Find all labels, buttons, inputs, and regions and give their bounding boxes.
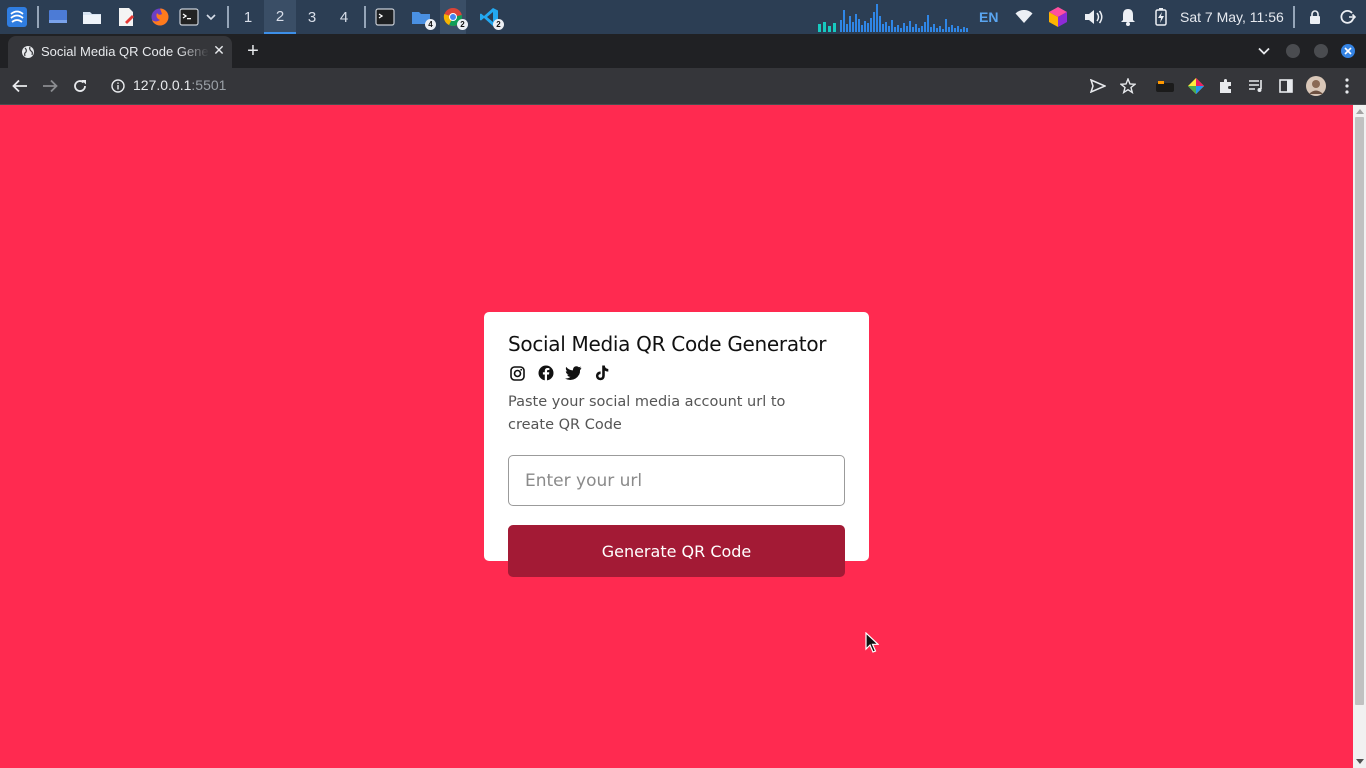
panel-separator — [227, 6, 229, 28]
system-panel: 1 2 3 4 4 2 2 EN Sat 7 May, 11:56 — [0, 0, 1366, 34]
scroll-down-arrow-icon[interactable] — [1356, 759, 1364, 764]
show-desktop-icon[interactable] — [46, 0, 70, 34]
chevron-down-icon[interactable] — [203, 0, 219, 34]
chrome-window-icon[interactable]: 2 — [440, 0, 468, 34]
volume-icon[interactable] — [1082, 0, 1106, 34]
new-tab-button[interactable]: + — [242, 38, 264, 64]
close-tab-icon[interactable]: ✕ — [210, 42, 228, 60]
mouse-cursor-icon — [865, 632, 879, 653]
file-manager-icon[interactable] — [80, 0, 104, 34]
window-count-badge: 2 — [493, 19, 504, 30]
logout-icon[interactable] — [1336, 0, 1360, 34]
tab-title: Social Media QR Code Generator — [41, 44, 209, 59]
browser-tab-strip: Social Media QR Code Generator ✕ + — [0, 34, 1366, 68]
generate-qr-button[interactable]: Generate QR Code — [508, 525, 845, 577]
workspace-4[interactable]: 4 — [328, 0, 360, 34]
back-arrow-icon[interactable] — [7, 73, 33, 99]
scroll-up-arrow-icon[interactable] — [1356, 109, 1364, 114]
url-port: :5501 — [191, 77, 227, 93]
clock[interactable]: Sat 7 May, 11:56 — [1180, 0, 1284, 34]
scrollbar-thumb[interactable] — [1355, 117, 1364, 705]
app-menu-icon[interactable] — [4, 0, 30, 34]
extension-dark-icon[interactable] — [1152, 73, 1178, 99]
keyboard-layout-indicator[interactable]: EN — [979, 0, 998, 34]
forward-arrow-icon[interactable] — [37, 73, 63, 99]
qr-generator-card: Social Media QR Code Generator Paste you… — [484, 312, 869, 561]
maximize-window-button[interactable] — [1314, 44, 1328, 58]
text-editor-icon[interactable] — [114, 0, 138, 34]
workspace-3[interactable]: 3 — [296, 0, 328, 34]
panel-separator — [37, 6, 39, 28]
panel-separator — [364, 6, 366, 28]
lock-screen-icon[interactable] — [1304, 0, 1326, 34]
panel-separator — [1293, 6, 1295, 28]
page-title: Social Media QR Code Generator — [508, 332, 827, 356]
social-icons-row — [508, 363, 611, 383]
browser-menu-icon[interactable] — [1334, 73, 1360, 99]
site-info-icon[interactable] — [105, 73, 131, 99]
app-cube-icon[interactable] — [1046, 0, 1070, 34]
side-panel-icon[interactable] — [1273, 73, 1299, 99]
send-to-devices-icon[interactable] — [1085, 73, 1111, 99]
network-activity-graph — [818, 0, 972, 34]
color-picker-extension-icon[interactable] — [1183, 73, 1209, 99]
terminal-window-icon[interactable] — [373, 0, 397, 34]
page-scrollbar[interactable] — [1353, 105, 1366, 768]
url-host: 127.0.0.1 — [133, 77, 192, 93]
reload-icon[interactable] — [67, 73, 93, 99]
extensions-puzzle-icon[interactable] — [1213, 73, 1239, 99]
description-text: Paste your social media account url to c… — [508, 394, 786, 433]
vscode-window-icon[interactable]: 2 — [476, 0, 504, 34]
browser-toolbar: 127.0.0.1:5501 — [0, 68, 1366, 105]
browser-tab[interactable]: Social Media QR Code Generator ✕ — [8, 36, 232, 68]
terminal-icon[interactable] — [177, 0, 201, 34]
twitter-icon — [564, 364, 583, 383]
notifications-bell-icon[interactable] — [1116, 0, 1140, 34]
globe-icon — [20, 44, 36, 60]
firefox-icon[interactable] — [148, 0, 172, 34]
minimize-window-button[interactable] — [1286, 44, 1300, 58]
facebook-icon — [536, 364, 555, 383]
tab-search-chevron-icon[interactable] — [1256, 44, 1272, 58]
file-manager-window-icon[interactable]: 4 — [408, 0, 436, 34]
bookmark-star-icon[interactable] — [1115, 73, 1141, 99]
close-icon — [1344, 47, 1352, 55]
instagram-icon — [508, 364, 527, 383]
window-count-badge: 2 — [457, 19, 468, 30]
window-count-badge: 4 — [425, 19, 436, 30]
url-input[interactable] — [508, 455, 845, 506]
tiktok-icon — [592, 364, 611, 383]
address-bar[interactable]: 127.0.0.1:5501 — [133, 77, 226, 93]
close-window-button[interactable] — [1341, 44, 1355, 58]
wifi-icon[interactable] — [1012, 0, 1036, 34]
profile-avatar[interactable] — [1303, 73, 1329, 99]
workspace-1[interactable]: 1 — [232, 0, 264, 34]
battery-charging-icon[interactable] — [1150, 0, 1172, 34]
workspace-2[interactable]: 2 — [264, 0, 296, 34]
reading-list-icon[interactable] — [1243, 73, 1269, 99]
page-viewport: Social Media QR Code Generator Paste you… — [0, 105, 1353, 768]
